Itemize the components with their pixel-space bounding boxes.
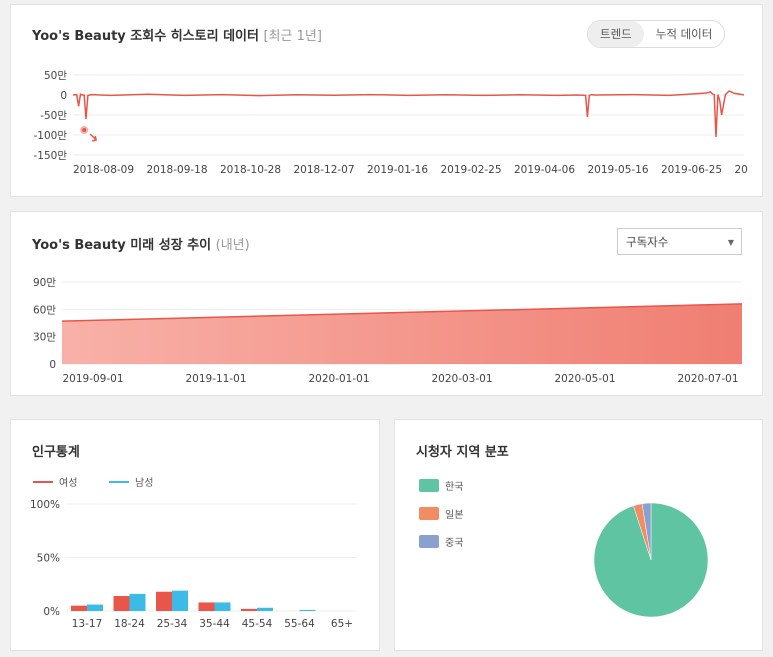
bar-female	[71, 605, 87, 611]
x-tick-label: 2019-05-16	[588, 164, 649, 176]
demographics-chart: 100% 50% 0% 13-17 18-24 25-34 35-44 45-54 55-64 6…	[30, 499, 356, 630]
x-tick-label: 2018-09-18	[147, 164, 208, 176]
demographics-card: 인구통계 여성 남성 100% 50% 0% 13-17 18-24 25-34 35-44…	[10, 419, 380, 651]
legend-japan: 일본	[419, 506, 463, 521]
legend-korea: 한국	[419, 478, 463, 493]
x-tick-label: 2018-12-07	[294, 164, 355, 176]
x-tick-label: 2019-09-01	[62, 373, 123, 385]
legend-china-label: 중국	[445, 538, 464, 549]
x-tick-label: 55-64	[284, 618, 315, 630]
x-tick-label: 2019-11-01	[185, 373, 246, 385]
metric-select[interactable]: 구독자수 ▼	[617, 228, 742, 255]
female-swatch	[33, 480, 53, 483]
x-tick-label: 13-17	[72, 618, 103, 630]
demographics-title: 인구통계	[32, 445, 80, 460]
annotation-marker-dot	[82, 128, 87, 132]
y-tick-label: 0	[49, 359, 56, 371]
growth-card: Yoo's Beauty 미래 성장 추이 (내년) 구독자수 ▼ 90만 60만…	[10, 211, 763, 396]
x-tick-label: 2018-10-28	[220, 164, 281, 176]
y-tick-label: 0%	[43, 606, 60, 618]
x-tick-label: 35-44	[199, 618, 230, 630]
history-chart: 50만 0 -50만 -100만 -150만 2018-08-09 2018-09-18 20…	[34, 70, 748, 176]
y-tick-label: 0	[60, 90, 67, 102]
legend-female: 여성	[33, 474, 77, 489]
x-tick-label: 2019-04-06	[514, 164, 575, 176]
x-tick-label: 20	[735, 164, 748, 176]
growth-chart: 90만 60만 30만 0 2019-09-01 2019-11-01 2020-01-01…	[33, 277, 743, 385]
x-tick-label: 2019-06-25	[661, 164, 722, 176]
chevron-down-icon: ▼	[727, 238, 734, 247]
bar-male	[299, 609, 316, 611]
bar-male	[257, 607, 273, 611]
x-tick-label: 18-24	[114, 618, 145, 630]
tab-cumulative[interactable]: 누적 데이터	[644, 21, 725, 47]
legend-china: 중국	[419, 534, 463, 549]
bar-male	[87, 604, 103, 611]
view-toggle: 트렌드 누적 데이터	[587, 20, 726, 48]
male-swatch	[109, 480, 129, 483]
x-tick-label: 2020-05-01	[554, 373, 615, 385]
history-title-text: Yoo's Beauty 조회수 히스토리 데이터	[32, 29, 259, 44]
bar-female	[156, 591, 172, 611]
y-tick-label: -150만	[34, 150, 68, 162]
legend-male-label: 남성	[135, 478, 154, 489]
region-title: 시청자 지역 분포	[416, 445, 509, 460]
legend-male: 남성	[109, 474, 153, 489]
y-tick-label: 90만	[33, 277, 56, 289]
x-tick-label: 65+	[331, 618, 353, 630]
bar-male	[172, 590, 188, 611]
region-pie-chart	[593, 502, 709, 618]
bar-male	[214, 602, 231, 611]
tab-trend[interactable]: 트렌드	[588, 21, 644, 47]
legend-female-label: 여성	[59, 478, 78, 489]
y-tick-label: 30만	[33, 332, 56, 344]
region-card: 시청자 지역 분포 한국 일본 중국	[394, 419, 763, 651]
x-tick-label: 45-54	[242, 618, 273, 630]
history-card: Yoo's Beauty 조회수 히스토리 데이터 [최근 1년] 트렌드 누적…	[10, 4, 763, 197]
x-tick-label: 2018-08-09	[73, 164, 134, 176]
growth-title: Yoo's Beauty 미래 성장 추이 (내년)	[32, 234, 250, 253]
y-tick-label: 60만	[33, 304, 56, 316]
growth-subtitle: (내년)	[215, 238, 250, 253]
x-tick-label: 25-34	[157, 618, 188, 630]
bar-female	[198, 602, 215, 611]
x-tick-label: 2020-03-01	[431, 373, 492, 385]
x-tick-label: 2020-01-01	[308, 373, 369, 385]
china-swatch	[419, 535, 439, 548]
y-tick-label: -100만	[34, 130, 68, 142]
y-tick-label: 100%	[30, 499, 60, 511]
legend-japan-label: 일본	[445, 510, 464, 521]
x-tick-label: 2019-02-25	[441, 164, 502, 176]
y-tick-label: 50%	[37, 553, 60, 565]
history-subtitle: [최근 1년]	[263, 29, 322, 44]
korea-swatch	[419, 479, 439, 492]
y-tick-label: -50만	[40, 110, 67, 122]
metric-select-value: 구독자수	[626, 235, 669, 249]
x-tick-label: 2020-07-01	[677, 373, 738, 385]
bar-female	[241, 608, 257, 611]
growth-title-text: Yoo's Beauty 미래 성장 추이	[32, 238, 212, 253]
y-tick-label: 50만	[44, 70, 67, 82]
japan-swatch	[419, 507, 439, 520]
legend-korea-label: 한국	[445, 482, 464, 493]
bar-female	[113, 596, 130, 611]
history-series-line	[72, 90, 745, 138]
x-tick-label: 2019-01-16	[367, 164, 428, 176]
history-title: Yoo's Beauty 조회수 히스토리 데이터 [최근 1년]	[32, 25, 322, 44]
bar-male	[129, 593, 146, 611]
